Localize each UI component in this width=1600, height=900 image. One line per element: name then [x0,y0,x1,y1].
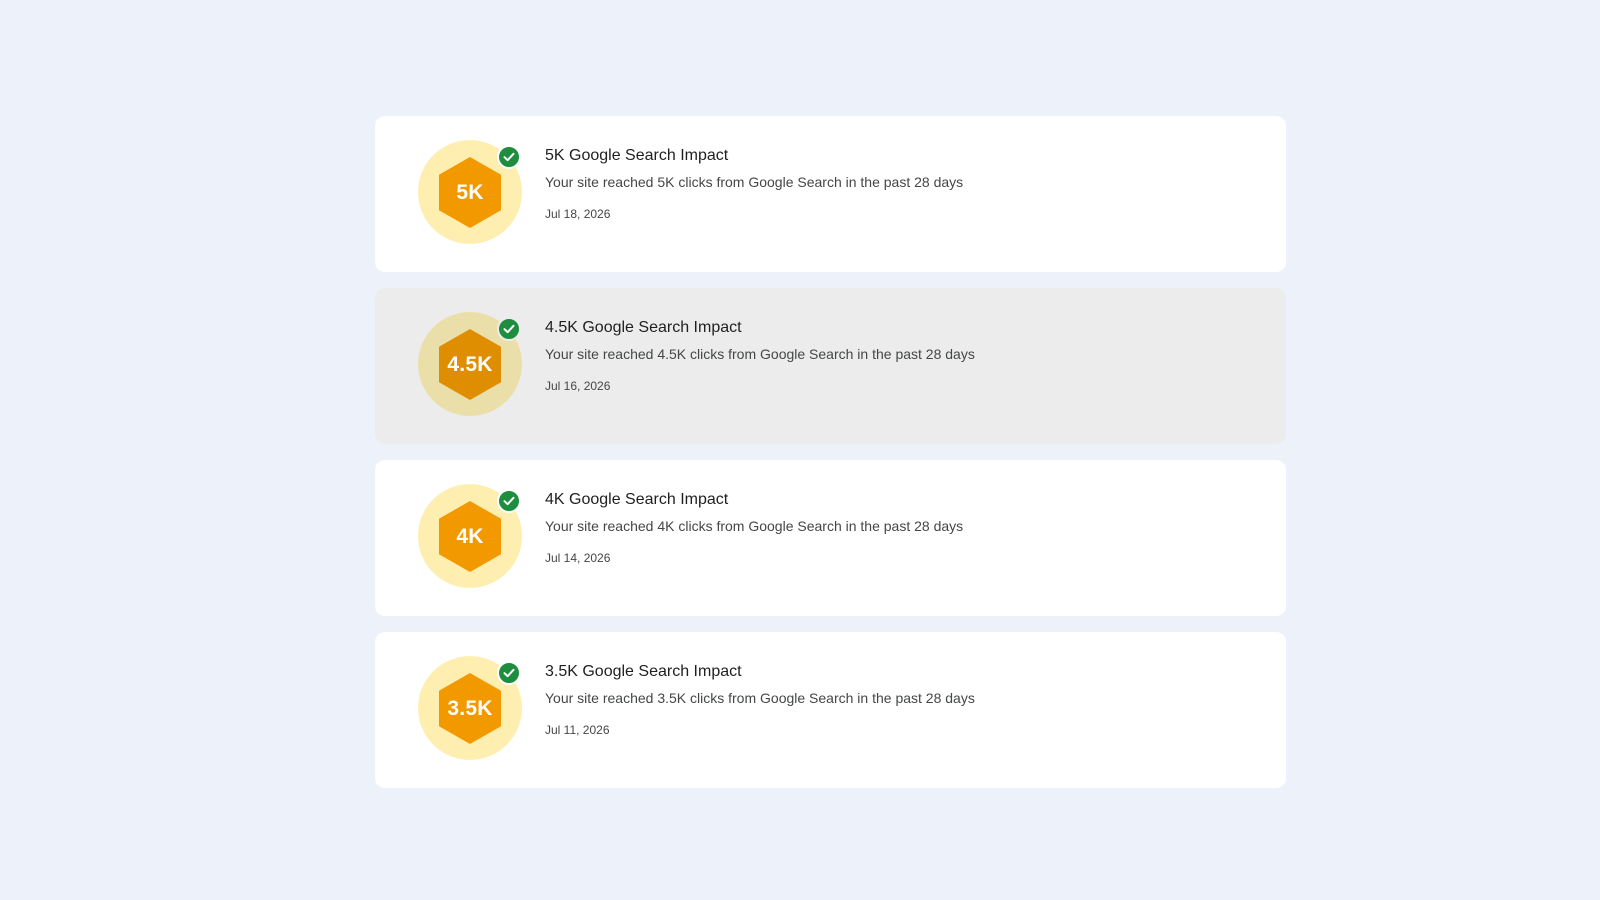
achievement-card[interactable]: 4K 4K Google Search Impact Your site rea… [375,460,1286,616]
check-circle-icon [497,145,521,169]
achievement-description: Your site reached 4.5K clicks from Googl… [545,346,975,362]
check-circle-icon [497,489,521,513]
achievement-badge: 4K [418,484,522,588]
hexagon-badge-icon: 5K [439,157,501,228]
achievement-description: Your site reached 3.5K clicks from Googl… [545,690,975,706]
achievement-badge: 3.5K [418,656,522,760]
achievement-text: 3.5K Google Search Impact Your site reac… [545,662,1266,738]
achievement-card[interactable]: 3.5K 3.5K Google Search Impact Your site… [375,632,1286,788]
achievement-card[interactable]: 4.5K 4.5K Google Search Impact Your site… [375,288,1286,444]
badge-label: 4.5K [447,353,493,376]
achievement-badge: 5K [418,140,522,244]
achievement-title: 3.5K Google Search Impact [545,663,742,680]
achievement-title: 4.5K Google Search Impact [545,319,742,336]
achievement-date: Jul 16, 2026 [545,379,611,393]
hexagon-badge-icon: 4.5K [439,329,501,400]
achievement-description: Your site reached 4K clicks from Google … [545,518,964,534]
achievement-title: 5K Google Search Impact [545,147,729,164]
achievement-text: 4.5K Google Search Impact Your site reac… [545,318,1266,394]
achievement-text: 4K Google Search Impact Your site reache… [545,490,1266,566]
achievement-date: Jul 14, 2026 [545,551,611,565]
check-circle-icon [497,317,521,341]
achievement-description: Your site reached 5K clicks from Google … [545,174,964,190]
check-circle-icon [497,661,521,685]
badge-label: 5K [456,181,484,204]
badge-label: 3.5K [447,697,493,720]
achievement-text: 5K Google Search Impact Your site reache… [545,146,1266,222]
achievement-card[interactable]: 5K 5K Google Search Impact Your site rea… [375,116,1286,272]
achievement-date: Jul 18, 2026 [545,207,611,221]
hexagon-badge-icon: 3.5K [439,673,501,744]
achievement-title: 4K Google Search Impact [545,491,729,508]
achievement-badge: 4.5K [418,312,522,416]
achievement-date: Jul 11, 2026 [545,723,610,737]
hexagon-badge-icon: 4K [439,501,501,572]
achievements-list: 5K 5K Google Search Impact Your site rea… [375,116,1286,804]
badge-label: 4K [456,525,484,548]
